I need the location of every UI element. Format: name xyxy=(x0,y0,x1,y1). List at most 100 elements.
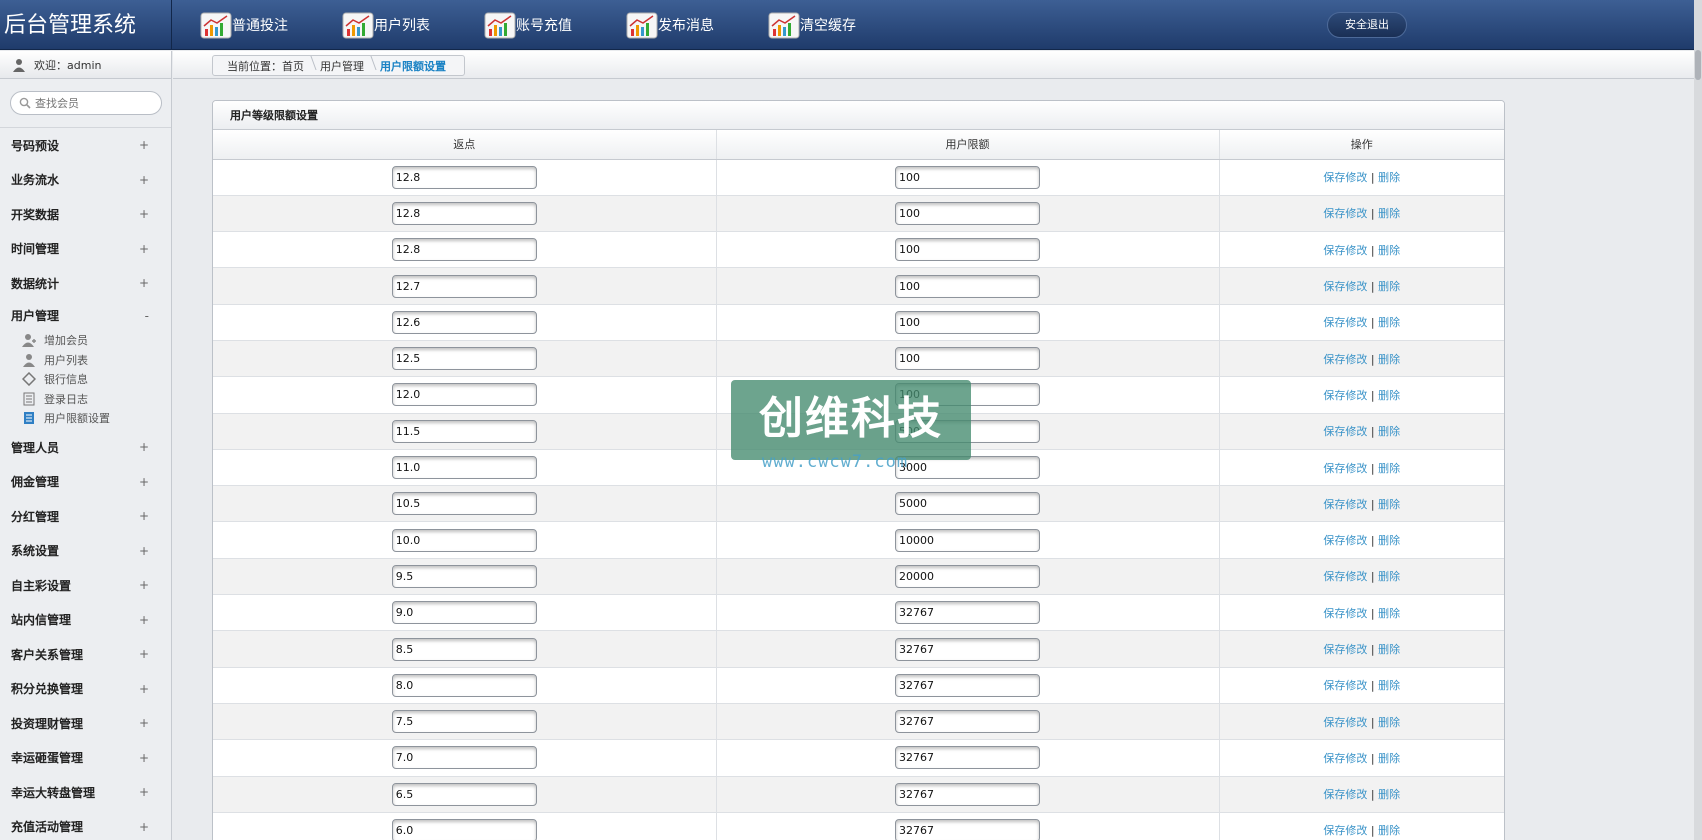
delete-link[interactable]: 删除 xyxy=(1378,570,1400,583)
sidebar-item-system-settings[interactable]: 系统设置 + xyxy=(0,534,171,569)
sidebar-item-messages[interactable]: 站内信管理 + xyxy=(0,603,171,638)
subitem-add-member[interactable]: 增加会员 xyxy=(22,331,171,351)
save-changes-link[interactable]: 保存修改 xyxy=(1323,752,1367,765)
subitem-bank-info[interactable]: 银行信息 xyxy=(22,370,171,390)
sidebar-item-commission[interactable]: 佣金管理 + xyxy=(0,465,171,500)
subitem-login-log[interactable]: 登录日志 xyxy=(22,389,171,409)
rebate-input[interactable] xyxy=(391,710,537,734)
save-changes-link[interactable]: 保存修改 xyxy=(1323,389,1367,402)
delete-link[interactable]: 删除 xyxy=(1378,498,1400,511)
subitem-user-list[interactable]: 用户列表 xyxy=(22,350,171,370)
delete-link[interactable]: 删除 xyxy=(1378,716,1400,729)
rebate-input[interactable] xyxy=(391,274,537,298)
delete-link[interactable]: 删除 xyxy=(1378,643,1400,656)
delete-link[interactable]: 删除 xyxy=(1378,280,1400,293)
save-changes-link[interactable]: 保存修改 xyxy=(1323,570,1367,583)
limit-input[interactable] xyxy=(895,746,1040,770)
rebate-input[interactable] xyxy=(391,673,537,697)
rebate-input[interactable] xyxy=(391,347,537,371)
sidebar-item-admins[interactable]: 管理人员 + xyxy=(0,430,171,465)
delete-link[interactable]: 删除 xyxy=(1378,607,1400,620)
delete-link[interactable]: 删除 xyxy=(1378,679,1400,692)
limit-input[interactable] xyxy=(895,238,1040,262)
delete-link[interactable]: 删除 xyxy=(1378,389,1400,402)
member-search[interactable] xyxy=(10,91,162,115)
rebate-input[interactable] xyxy=(391,564,537,588)
delete-link[interactable]: 删除 xyxy=(1378,462,1400,475)
rebate-input[interactable] xyxy=(391,310,537,334)
logout-button[interactable]: 安全退出 xyxy=(1327,12,1407,38)
limit-input[interactable] xyxy=(895,528,1040,552)
rebate-input[interactable] xyxy=(391,419,537,443)
nav-item-clear-cache[interactable]: 清空缓存 xyxy=(768,0,856,50)
sidebar-item-time-management[interactable]: 时间管理 + xyxy=(0,232,171,267)
rebate-input[interactable] xyxy=(391,746,537,770)
limit-input[interactable] xyxy=(895,673,1040,697)
save-changes-link[interactable]: 保存修改 xyxy=(1323,280,1367,293)
rebate-input[interactable] xyxy=(391,201,537,225)
save-changes-link[interactable]: 保存修改 xyxy=(1323,716,1367,729)
rebate-input[interactable] xyxy=(391,238,537,262)
rebate-input[interactable] xyxy=(391,782,537,806)
rebate-input[interactable] xyxy=(391,383,537,407)
search-input[interactable] xyxy=(35,96,145,110)
limit-input[interactable] xyxy=(895,492,1040,516)
scrollbar-thumb[interactable] xyxy=(1695,50,1701,80)
nav-item-user-list[interactable]: 用户列表 xyxy=(342,0,430,50)
delete-link[interactable]: 删除 xyxy=(1378,316,1400,329)
limit-input[interactable] xyxy=(895,201,1040,225)
save-changes-link[interactable]: 保存修改 xyxy=(1323,316,1367,329)
page-scrollbar[interactable] xyxy=(1694,0,1702,840)
sidebar-item-business-flow[interactable]: 业务流水 + xyxy=(0,163,171,198)
delete-link[interactable]: 删除 xyxy=(1378,788,1400,801)
limit-input[interactable] xyxy=(895,782,1040,806)
save-changes-link[interactable]: 保存修改 xyxy=(1323,534,1367,547)
nav-item-publish[interactable]: 发布消息 xyxy=(626,0,714,50)
rebate-input[interactable] xyxy=(391,165,537,189)
sidebar-item-statistics[interactable]: 数据统计 + xyxy=(0,266,171,301)
limit-input[interactable] xyxy=(895,637,1040,661)
sidebar-item-lottery-data[interactable]: 开奖数据 + xyxy=(0,197,171,232)
limit-input[interactable] xyxy=(895,310,1040,334)
sidebar-item-user-management[interactable]: 用户管理 - xyxy=(0,301,171,331)
delete-link[interactable]: 删除 xyxy=(1378,353,1400,366)
sidebar-item-lucky-egg[interactable]: 幸运砸蛋管理 + xyxy=(0,741,171,776)
rebate-input[interactable] xyxy=(391,601,537,625)
delete-link[interactable]: 删除 xyxy=(1378,425,1400,438)
limit-input[interactable] xyxy=(895,818,1040,840)
limit-input[interactable] xyxy=(895,165,1040,189)
save-changes-link[interactable]: 保存修改 xyxy=(1323,788,1367,801)
sidebar-item-investment[interactable]: 投资理财管理 + xyxy=(0,706,171,741)
limit-input[interactable] xyxy=(895,347,1040,371)
save-changes-link[interactable]: 保存修改 xyxy=(1323,244,1367,257)
rebate-input[interactable] xyxy=(391,528,537,552)
limit-input[interactable] xyxy=(895,564,1040,588)
save-changes-link[interactable]: 保存修改 xyxy=(1323,207,1367,220)
delete-link[interactable]: 删除 xyxy=(1378,207,1400,220)
breadcrumb-user-management[interactable]: 用户管理 xyxy=(314,58,374,74)
nav-item-bet[interactable]: 普通投注 xyxy=(200,0,288,50)
rebate-input[interactable] xyxy=(391,456,537,480)
delete-link[interactable]: 删除 xyxy=(1378,824,1400,837)
delete-link[interactable]: 删除 xyxy=(1378,244,1400,257)
limit-input[interactable] xyxy=(895,601,1040,625)
save-changes-link[interactable]: 保存修改 xyxy=(1323,462,1367,475)
delete-link[interactable]: 删除 xyxy=(1378,171,1400,184)
save-changes-link[interactable]: 保存修改 xyxy=(1323,824,1367,837)
sidebar-item-lucky-wheel[interactable]: 幸运大转盘管理 + xyxy=(0,775,171,810)
delete-link[interactable]: 删除 xyxy=(1378,534,1400,547)
sidebar-item-number-preset[interactable]: 号码预设 + xyxy=(0,128,171,163)
subitem-user-limit[interactable]: 用户限额设置 xyxy=(22,409,171,429)
sidebar-item-custom-lottery[interactable]: 自主彩设置 + xyxy=(0,568,171,603)
save-changes-link[interactable]: 保存修改 xyxy=(1323,679,1367,692)
save-changes-link[interactable]: 保存修改 xyxy=(1323,425,1367,438)
sidebar-item-crm[interactable]: 客户关系管理 + xyxy=(0,637,171,672)
save-changes-link[interactable]: 保存修改 xyxy=(1323,607,1367,620)
nav-item-recharge[interactable]: 账号充值 xyxy=(484,0,572,50)
sidebar-item-dividend[interactable]: 分红管理 + xyxy=(0,499,171,534)
save-changes-link[interactable]: 保存修改 xyxy=(1323,353,1367,366)
limit-input[interactable] xyxy=(895,710,1040,734)
save-changes-link[interactable]: 保存修改 xyxy=(1323,498,1367,511)
save-changes-link[interactable]: 保存修改 xyxy=(1323,171,1367,184)
breadcrumb-home[interactable]: 当前位置：首页 xyxy=(221,58,314,74)
